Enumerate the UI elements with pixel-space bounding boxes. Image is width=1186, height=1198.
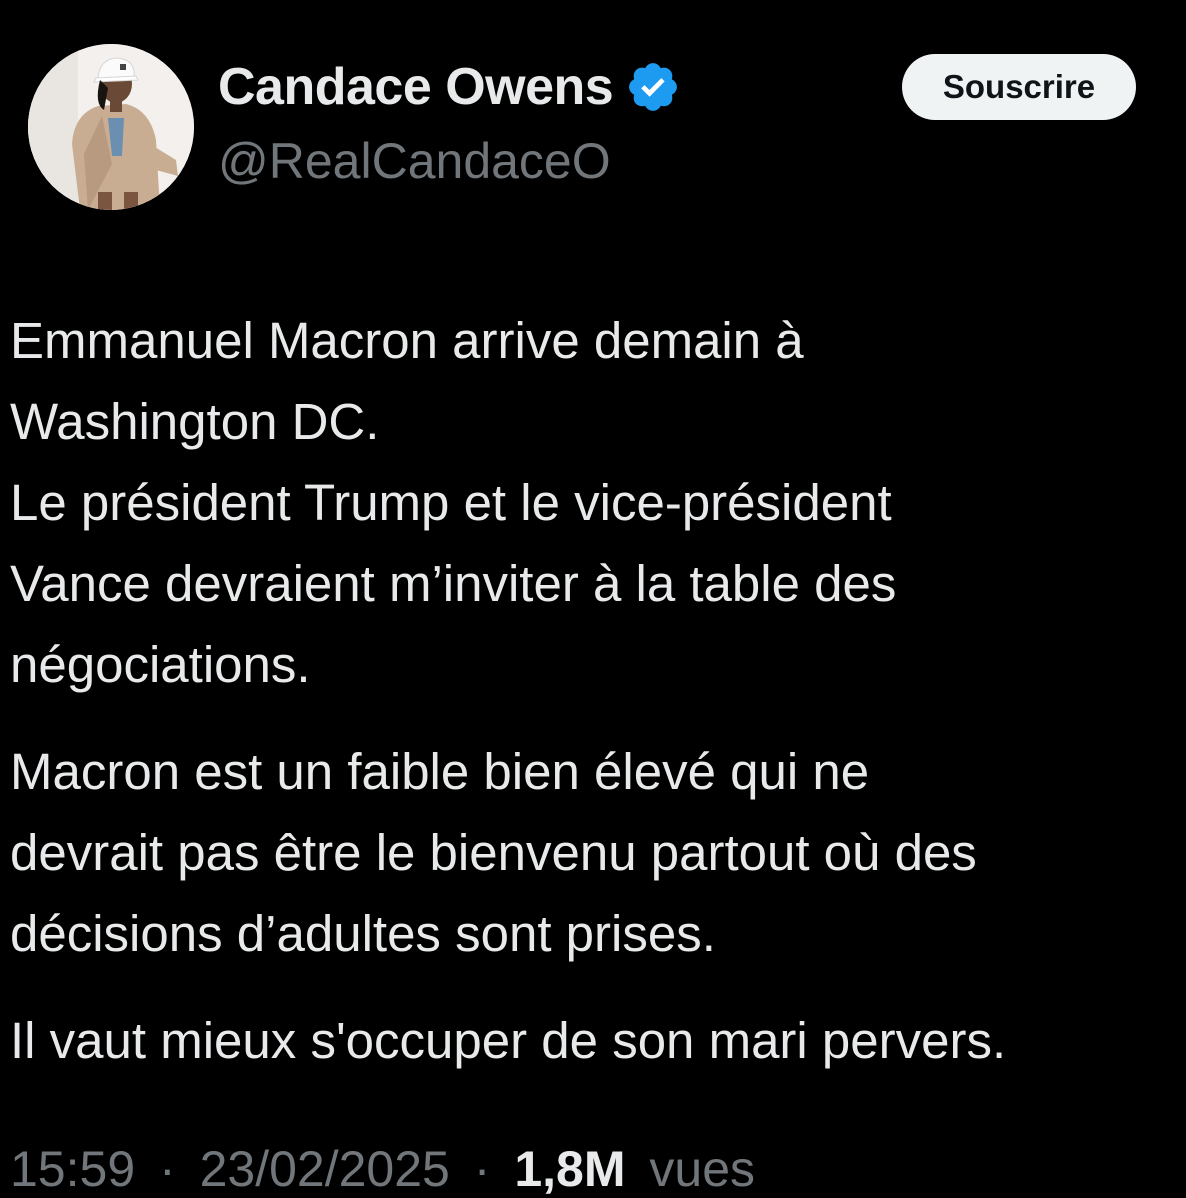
avatar-photo-icon	[28, 44, 194, 210]
author-name[interactable]: Candace Owens	[218, 57, 614, 117]
verified-badge-icon[interactable]	[625, 59, 681, 115]
tweet-text-line: Washington DC.	[10, 393, 380, 450]
tweet-paragraph-2: Macron est un faible bien élevé qui ne d…	[10, 731, 1170, 974]
meta-separator: ·	[473, 1141, 491, 1197]
tweet-text-line: devrait pas être le bienvenu partout où …	[10, 824, 977, 881]
tweet-time[interactable]: 15:59	[10, 1141, 135, 1197]
tweet-text-line: Vance devraient m’inviter à la table des	[10, 555, 897, 612]
tweet-date[interactable]: 23/02/2025	[200, 1141, 450, 1197]
tweet-card: Candace Owens @RealCandaceO Souscrire Em…	[0, 0, 1186, 1197]
author-name-row: Candace Owens	[218, 54, 681, 120]
tweet-text-line: Il vaut mieux s'occuper de son mari perv…	[10, 1012, 1007, 1069]
tweet-text: Emmanuel Macron arrive demain à Washingt…	[10, 300, 1170, 1107]
tweet-text-line: négociations.	[10, 636, 311, 693]
subscribe-button[interactable]: Souscrire	[902, 54, 1136, 120]
tweet-paragraph-1: Emmanuel Macron arrive demain à Washingt…	[10, 300, 1170, 705]
author-handle[interactable]: @RealCandaceO	[218, 132, 611, 190]
meta-separator: ·	[159, 1141, 176, 1197]
views-count[interactable]: 1,8M	[514, 1141, 625, 1197]
tweet-text-line: Emmanuel Macron arrive demain à	[10, 312, 804, 369]
author-avatar[interactable]	[28, 44, 194, 210]
tweet-paragraph-3: Il vaut mieux s'occuper de son mari perv…	[10, 1000, 1170, 1081]
tweet-meta: 15:59 · 23/02/2025 · 1,8M vues	[10, 1140, 755, 1198]
tweet-text-line: Le président Trump et le vice-président	[10, 474, 892, 531]
tweet-text-line: décisions d’adultes sont prises.	[10, 905, 716, 962]
tweet-text-line: Macron est un faible bien élevé qui ne	[10, 743, 870, 800]
views-label: vues	[649, 1141, 756, 1197]
